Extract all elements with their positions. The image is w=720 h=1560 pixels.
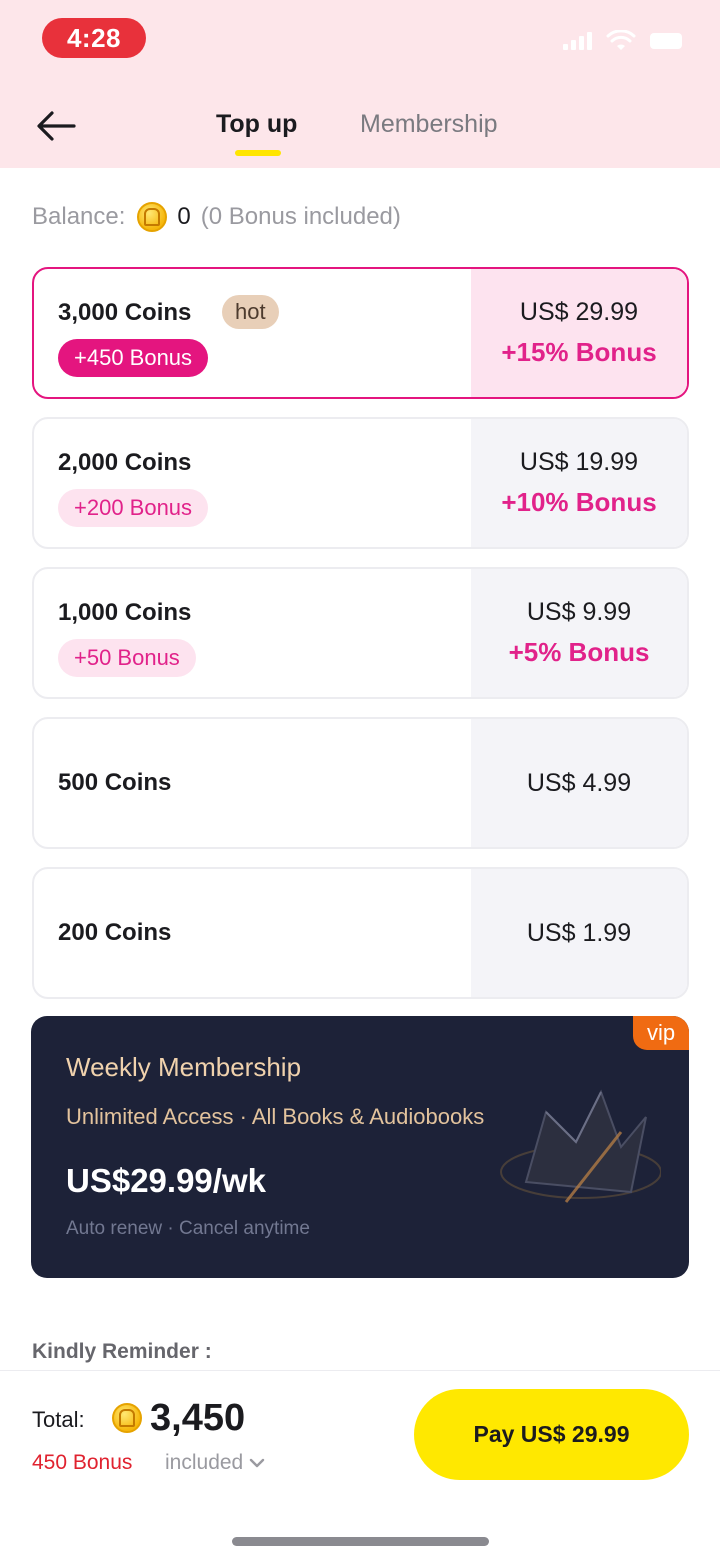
balance-bonus-note: (0 Bonus included) [200, 203, 401, 230]
checkout-bar: Total: 3,450 450 Bonus included Pay US$ … [0, 1370, 720, 1560]
membership-note: Auto renew · Cancel anytime [66, 1218, 310, 1239]
package-price-panel: US$ 19.99 +10% Bonus [471, 419, 687, 547]
reminder-heading: Kindly Reminder : [32, 1340, 212, 1363]
package-price-panel: US$ 4.99 [471, 719, 687, 847]
hot-badge: hot [222, 295, 279, 329]
package-coins: 3,000 Coins [58, 299, 192, 326]
package-coins: 1,000 Coins [58, 599, 192, 626]
package-1000-coins[interactable]: 1,000 Coins +50 Bonus US$ 9.99 +5% Bonus [32, 567, 689, 699]
tab-top-up[interactable]: Top up [216, 110, 297, 139]
included-label: included [165, 1451, 244, 1474]
package-price-panel: US$ 29.99 +15% Bonus [471, 269, 687, 397]
total-label: Total: [32, 1407, 85, 1432]
arrow-left-icon [37, 111, 76, 141]
chevron-down-icon [250, 1458, 265, 1468]
membership-title: Weekly Membership [66, 1052, 302, 1082]
package-price: US$ 9.99 [526, 598, 632, 626]
system-status-icons [563, 30, 682, 52]
package-bonus-percent: +15% Bonus [501, 337, 657, 367]
wifi-icon [606, 30, 636, 50]
package-price: US$ 19.99 [519, 448, 639, 476]
tab-membership[interactable]: Membership [360, 110, 498, 139]
package-200-coins[interactable]: 200 Coins US$ 1.99 [32, 867, 689, 999]
package-price: US$ 4.99 [526, 768, 632, 797]
package-3000-coins[interactable]: 3,000 Coins hot +450 Bonus US$ 29.99 +15… [32, 267, 689, 399]
home-indicator [232, 1537, 489, 1546]
membership-subtitle: Unlimited Access · All Books & Audiobook… [66, 1104, 485, 1129]
package-bonus-tag: +50 Bonus [58, 639, 196, 677]
package-500-coins[interactable]: 500 Coins US$ 4.99 [32, 717, 689, 849]
package-bonus-tag: +450 Bonus [58, 339, 209, 377]
package-price: US$ 29.99 [519, 298, 639, 326]
package-bonus-percent: +10% Bonus [501, 487, 657, 517]
total-coins-value: 3,450 [150, 1397, 246, 1439]
package-price-panel: US$ 9.99 +5% Bonus [471, 569, 687, 697]
active-tab-indicator [235, 150, 281, 156]
membership-price: US$29.99/wk [66, 1162, 266, 1199]
coin-icon [112, 1403, 142, 1433]
balance-row: Balance: 0 (0 Bonus included) [32, 202, 401, 232]
status-time: 4:28 [42, 18, 146, 58]
bonus-details-toggle[interactable]: included [165, 1451, 265, 1475]
package-2000-coins[interactable]: 2,000 Coins +200 Bonus US$ 19.99 +10% Bo… [32, 417, 689, 549]
balance-label: Balance: [32, 203, 126, 230]
coin-icon [137, 202, 168, 232]
package-bonus-tag: +200 Bonus [58, 489, 209, 527]
back-button[interactable] [34, 104, 78, 148]
package-coins: 500 Coins [58, 769, 172, 796]
pay-button[interactable]: Pay US$ 29.99 [414, 1389, 689, 1480]
total-bonus-text: 450 Bonus [32, 1451, 133, 1474]
balance-value: 0 [177, 203, 191, 230]
package-coins: 2,000 Coins [58, 449, 192, 476]
package-bonus-percent: +5% Bonus [508, 637, 650, 667]
signal-icon [563, 32, 592, 50]
top-header: 4:28 Top up Membership [0, 0, 720, 168]
crown-icon [500, 1089, 661, 1203]
weekly-membership-card[interactable]: vip Weekly Membership Unlimited Access ·… [31, 1016, 689, 1278]
vip-badge: vip [633, 1016, 689, 1050]
package-price-panel: US$ 1.99 [471, 869, 687, 997]
package-price: US$ 1.99 [526, 918, 632, 947]
package-coins: 200 Coins [58, 919, 172, 946]
battery-icon [650, 33, 682, 49]
